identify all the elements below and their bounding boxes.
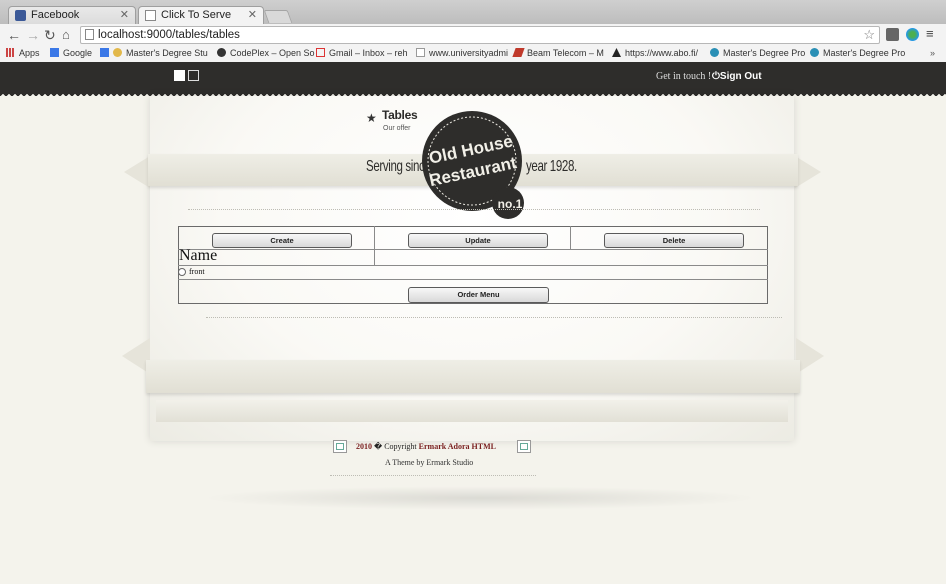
bookmark-icon	[810, 48, 819, 57]
update-button[interactable]: Update	[408, 233, 548, 248]
footer-copyright-text: Copyright	[384, 442, 417, 451]
beam-icon	[512, 48, 525, 57]
back-icon[interactable]: ←	[7, 27, 21, 43]
globe-icon[interactable]	[906, 28, 919, 41]
bookmark-label: Gmail – Inbox – reh	[329, 48, 408, 58]
abo-icon	[612, 48, 621, 57]
bookmark-beam[interactable]: Beam Telecom – M	[512, 47, 604, 60]
page-icon	[416, 48, 425, 57]
light-theme-switch[interactable]	[174, 70, 185, 81]
bookmarks-overflow-icon[interactable]: »	[930, 47, 935, 60]
page-title: Tables	[382, 108, 418, 122]
table-row-label: front	[189, 267, 205, 276]
bookmark-masters-1[interactable]: Master's Degree Stu	[100, 47, 208, 60]
banner-right-text: year 1928.	[526, 158, 577, 175]
table-border	[178, 265, 768, 266]
star-icon[interactable]: ☆	[863, 27, 875, 43]
star-icon: ★	[366, 111, 377, 125]
table-border	[178, 303, 768, 304]
bookmark-university[interactable]: www.universityadmi	[416, 47, 508, 60]
bookmark-masters-2[interactable]: Master's Degree Pro	[710, 47, 805, 60]
browser-tab-strip: Facebook ✕ Click To Serve ✕	[0, 0, 946, 24]
ribbon-tail-left	[124, 156, 150, 188]
bookmark-icon	[113, 48, 122, 57]
table-border	[178, 249, 768, 250]
close-icon[interactable]: ✕	[120, 7, 129, 24]
footer-year: 2010	[356, 442, 372, 451]
tab-title: Facebook	[31, 9, 80, 21]
footer-copyright-symbol: �	[374, 442, 383, 451]
bookmark-label: Master's Degree Pro	[723, 48, 806, 58]
bookmark-label: CodePlex – Open So	[230, 48, 315, 58]
dotted-divider	[188, 209, 760, 210]
delete-button[interactable]: Delete	[604, 233, 744, 248]
bookmark-label: www.universityadmi	[429, 48, 509, 58]
bookmarks-bar: Apps Google Master's Degree Stu CodePlex…	[0, 46, 946, 63]
footer-shadow	[200, 486, 760, 510]
footer-copyright: 2010 � Copyright Ermark Adora HTML	[356, 442, 496, 452]
bookmark-label: Master's Degree Stu	[126, 48, 208, 58]
apps-grid-icon	[6, 48, 15, 57]
ribbon-tail-right	[796, 338, 824, 374]
address-bar[interactable]: localhost:9000/tables/tables ☆	[80, 26, 880, 44]
bookmark-abo[interactable]: https://www.abo.fi/	[612, 47, 698, 60]
bookmark-google[interactable]: Google	[50, 47, 92, 60]
footer-dotted-divider	[330, 475, 536, 476]
address-url: localhost:9000/tables/tables	[98, 29, 240, 41]
table-border	[178, 279, 768, 280]
bookmark-icon	[100, 48, 109, 57]
footer-brand-link[interactable]: Ermark Adora HTML	[419, 442, 496, 451]
tab-facebook[interactable]: Facebook ✕	[8, 6, 136, 24]
page-icon	[145, 10, 156, 21]
bookmark-label: Google	[63, 48, 93, 58]
broken-image-icon	[333, 440, 347, 453]
power-icon: ⏻	[712, 71, 720, 82]
menu-icon[interactable]: ≡	[926, 26, 934, 42]
footer-ribbon	[146, 360, 800, 393]
get-in-touch-link[interactable]: Get in touch !	[656, 62, 711, 91]
tab-click-to-serve[interactable]: Click To Serve ✕	[138, 6, 264, 24]
sign-out-label: Sign Out	[719, 71, 762, 82]
bookmark-codeplex[interactable]: CodePlex – Open So	[217, 47, 315, 60]
table-border	[570, 226, 571, 250]
broken-image-icon	[517, 440, 531, 453]
create-button[interactable]: Create	[212, 233, 352, 248]
order-menu-button[interactable]: Order Menu	[408, 287, 549, 303]
reload-icon[interactable]: ↻	[44, 27, 56, 43]
gmail-icon	[316, 48, 325, 57]
page-icon	[85, 29, 94, 40]
google-icon	[50, 48, 59, 57]
codeplex-icon	[217, 48, 226, 57]
facebook-icon	[15, 10, 26, 21]
new-tab-button[interactable]	[263, 10, 293, 23]
bookmark-icon	[710, 48, 719, 57]
table-row-radio[interactable]	[178, 268, 186, 276]
extension-icon[interactable]	[886, 28, 899, 41]
tab-title: Click To Serve	[161, 9, 232, 21]
ribbon-tail-right	[795, 156, 821, 188]
paper-bottom-shade	[156, 400, 788, 422]
bookmark-apps[interactable]: Apps	[6, 47, 40, 60]
footer-theme-credit: A Theme by Ermark Studio	[385, 458, 474, 467]
page-subtitle: Our offer	[383, 125, 411, 132]
dotted-divider	[206, 317, 782, 318]
table-border	[374, 226, 375, 266]
home-icon[interactable]: ⌂	[62, 27, 70, 43]
forward-icon[interactable]: →	[26, 27, 40, 43]
bookmark-label: Apps	[19, 48, 40, 58]
bookmark-label: https://www.abo.fi/	[625, 48, 699, 58]
table-border	[178, 226, 768, 227]
close-icon[interactable]: ✕	[248, 7, 257, 24]
dark-theme-switch[interactable]	[188, 70, 199, 81]
bookmark-label: Master's Degree Pro	[823, 48, 906, 58]
bookmark-label: Beam Telecom – M	[527, 48, 604, 58]
bookmark-gmail[interactable]: Gmail – Inbox – reh	[316, 47, 408, 60]
restaurant-logo-seal: Old House Restaurant no.1	[422, 111, 524, 219]
bookmark-masters-3[interactable]: Master's Degree Pro	[810, 47, 905, 60]
sign-out-link[interactable]: ⏻Sign Out	[712, 62, 762, 91]
name-column-header: Name	[179, 247, 218, 264]
site-topbar: Get in touch ! ⏻Sign Out	[0, 62, 946, 91]
